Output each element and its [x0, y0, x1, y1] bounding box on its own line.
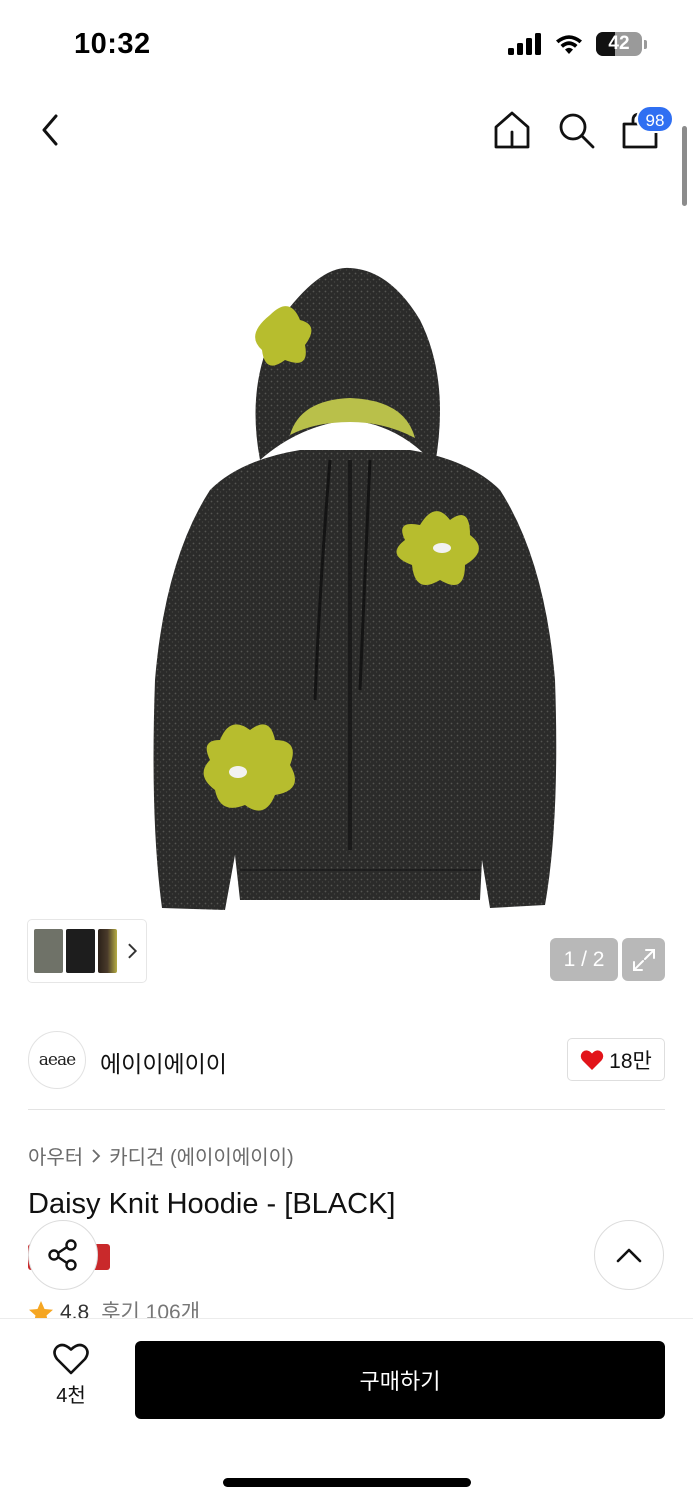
- wishlist-button[interactable]: 4천: [40, 1343, 102, 1413]
- heart-outline-icon: [53, 1343, 89, 1375]
- wifi-icon: [556, 35, 582, 54]
- thumbnail-strip[interactable]: [28, 920, 146, 982]
- brand-logo[interactable]: aeae: [28, 1031, 86, 1089]
- status-bar: 10:32 42: [0, 0, 693, 92]
- thumbnail-image[interactable]: [34, 929, 64, 973]
- home-indicator: [223, 1478, 471, 1487]
- wishlist-count: 4천: [56, 1385, 86, 1407]
- rating-value: 4.8: [60, 1301, 90, 1320]
- brand-name[interactable]: 에이이에이이: [100, 1045, 227, 1079]
- rating-row[interactable]: 4.8 후기 106개: [28, 1300, 200, 1320]
- status-time: 10:32: [74, 28, 151, 60]
- chevron-right-icon: [128, 943, 138, 959]
- scroll-indicator: [682, 126, 687, 206]
- product-title: Daisy Knit Hoodie - [BLACK]: [28, 1188, 396, 1220]
- breadcrumb-item[interactable]: 아우터: [28, 1141, 83, 1170]
- breadcrumb-item[interactable]: 카디건 (에이이에이이): [109, 1141, 293, 1170]
- buy-button[interactable]: 구매하기: [135, 1341, 665, 1419]
- page-counter: 1 / 2: [550, 938, 618, 981]
- bottom-action-bar: 4천 구매하기: [0, 1318, 693, 1500]
- thumbnail-image[interactable]: [66, 929, 96, 973]
- battery-level: 42: [608, 33, 630, 54]
- search-icon[interactable]: [556, 110, 596, 150]
- heart-icon: [580, 1049, 604, 1070]
- brand-like-button[interactable]: 18만: [567, 1038, 665, 1081]
- breadcrumb[interactable]: 아우터 카디건 (에이이에이이): [28, 1141, 294, 1170]
- thumbnail-image[interactable]: [98, 929, 118, 973]
- chevron-up-icon: [616, 1248, 642, 1263]
- battery-cap: [644, 39, 647, 49]
- expand-icon: [632, 948, 655, 971]
- product-image-hoodie[interactable]: [150, 260, 560, 930]
- cart-count-badge[interactable]: 98: [636, 105, 674, 133]
- divider: [28, 1109, 665, 1110]
- share-button[interactable]: [28, 1220, 98, 1290]
- chevron-right-icon: [92, 1148, 101, 1163]
- scroll-top-button[interactable]: [594, 1220, 664, 1290]
- signal-icon: [508, 33, 541, 55]
- star-icon: [29, 1301, 53, 1320]
- expand-button[interactable]: [622, 938, 665, 981]
- battery-icon: 42: [596, 32, 642, 56]
- status-icons: 42: [508, 32, 647, 56]
- brand-like-count: 18만: [609, 1049, 652, 1073]
- share-icon: [48, 1239, 77, 1271]
- back-icon[interactable]: [34, 110, 70, 150]
- review-count[interactable]: 후기 106개: [101, 1300, 200, 1320]
- brand-row[interactable]: aeae 에이이에이이 18만: [0, 1009, 693, 1111]
- home-icon[interactable]: [492, 110, 532, 150]
